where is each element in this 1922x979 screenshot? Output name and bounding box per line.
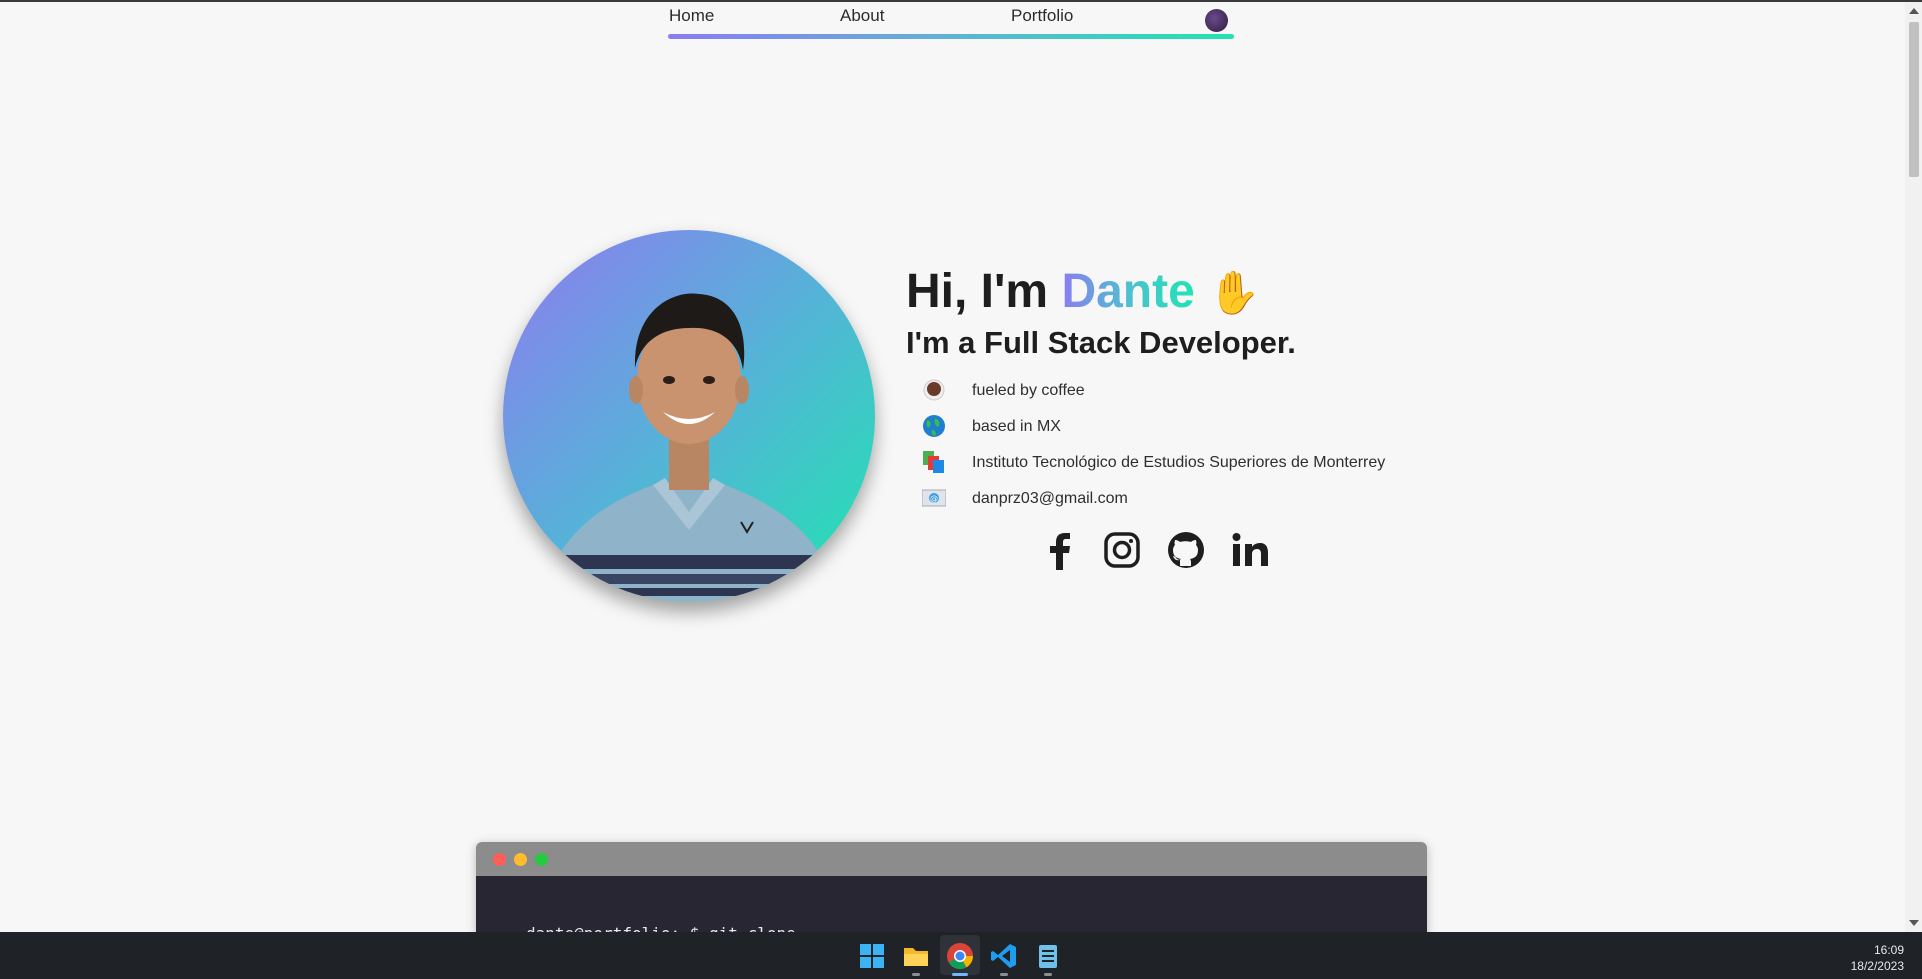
waving-hand-icon: ✋ bbox=[1208, 269, 1261, 316]
profile-photo bbox=[543, 293, 843, 602]
profile-avatar bbox=[503, 230, 875, 602]
coffee-icon bbox=[923, 379, 945, 401]
file-explorer-icon[interactable] bbox=[902, 942, 930, 970]
list-item: based in MX bbox=[922, 412, 1522, 448]
page-scrollbar[interactable] bbox=[1905, 2, 1922, 932]
hero-heading: Hi, I'm Dante ✋ bbox=[906, 262, 1506, 323]
terminal-titlebar bbox=[476, 842, 1427, 876]
system-clock[interactable]: 16:09 18/2/2023 bbox=[1851, 942, 1904, 974]
windows-start-icon[interactable] bbox=[858, 942, 886, 970]
fact-text: Instituto Tecnológico de Estudios Superi… bbox=[972, 454, 1386, 471]
clock-date: 18/2/2023 bbox=[1850, 959, 1904, 973]
github-icon[interactable] bbox=[1166, 530, 1206, 570]
books-icon bbox=[923, 451, 944, 473]
scroll-down-arrow-icon[interactable] bbox=[1909, 920, 1919, 926]
terminal-close-button[interactable] bbox=[493, 853, 506, 866]
file-explorer-indicator bbox=[912, 973, 920, 976]
list-item: @ danprz03@gmail.com bbox=[922, 484, 1522, 520]
fact-text: fueled by coffee bbox=[972, 382, 1085, 399]
fact-text: danprz03@gmail.com bbox=[972, 490, 1128, 507]
nav-about-link[interactable]: About bbox=[840, 6, 884, 26]
chrome-icon[interactable] bbox=[946, 942, 974, 970]
fact-text: based in MX bbox=[972, 418, 1061, 435]
nav-gradient-underline bbox=[668, 34, 1234, 39]
taskbar: 16:09 18/2/2023 bbox=[0, 932, 1922, 979]
facebook-icon[interactable] bbox=[1040, 530, 1080, 570]
vscode-indicator bbox=[1000, 973, 1008, 976]
chrome-active-indicator bbox=[952, 973, 968, 976]
fact-list: fueled by coffee based in MX Instituto T… bbox=[922, 376, 1522, 520]
nav-home-link[interactable]: Home bbox=[669, 6, 714, 26]
hero-role: I'm a Full Stack Developer. bbox=[906, 325, 1296, 360]
instagram-icon[interactable] bbox=[1102, 530, 1142, 570]
terminal-maximize-button[interactable] bbox=[535, 853, 548, 866]
greeting-text: Hi, I'm bbox=[906, 265, 1062, 318]
globe-icon bbox=[923, 415, 945, 437]
linkedin-icon[interactable] bbox=[1230, 530, 1270, 570]
scroll-thumb[interactable] bbox=[1909, 22, 1919, 177]
email-icon: @ bbox=[922, 489, 946, 507]
notepad-indicator bbox=[1044, 973, 1052, 976]
list-item: fueled by coffee bbox=[922, 376, 1522, 412]
scroll-up-arrow-icon[interactable] bbox=[1909, 8, 1919, 14]
hero-name: Dante bbox=[1061, 265, 1195, 318]
terminal-body: dante@portfolio:~$ git clone bbox=[476, 876, 1427, 940]
clock-time: 16:09 bbox=[1873, 943, 1904, 957]
terminal-window: dante@portfolio:~$ git clone bbox=[476, 842, 1427, 940]
theme-toggle-icon[interactable] bbox=[1205, 9, 1228, 32]
nav-portfolio-link[interactable]: Portfolio bbox=[1011, 6, 1073, 26]
top-nav: Home About Portfolio bbox=[668, 0, 1234, 42]
vscode-icon[interactable] bbox=[990, 942, 1018, 970]
notepad-icon[interactable] bbox=[1034, 942, 1062, 970]
terminal-minimize-button[interactable] bbox=[514, 853, 527, 866]
svg-text:@: @ bbox=[930, 494, 938, 503]
list-item: Instituto Tecnológico de Estudios Superi… bbox=[922, 448, 1522, 484]
hero-intro: Hi, I'm Dante ✋ I'm a Full Stack Develop… bbox=[906, 262, 1506, 363]
